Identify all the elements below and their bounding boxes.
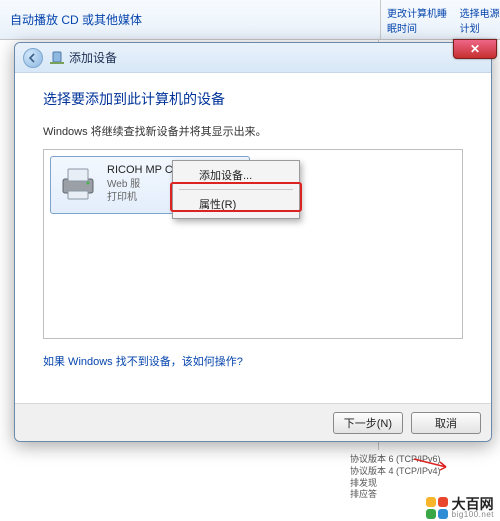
watermark-dots-icon bbox=[426, 497, 448, 519]
watermark-name: 大百网 bbox=[452, 497, 494, 511]
context-menu: 添加设备... 属性(R) bbox=[172, 160, 300, 219]
help-link[interactable]: 如果 Windows 找不到设备，该如何操作? bbox=[43, 353, 243, 369]
wizard-content: 选择要添加到此计算机的设备 Windows 将继续查找新设备并将其显示出来。 R… bbox=[15, 73, 491, 403]
dot-b bbox=[438, 497, 448, 507]
watermark-logo: 大百网 big100.net bbox=[426, 497, 494, 519]
page-subtext: Windows 将继续查找新设备并将其显示出来。 bbox=[43, 123, 463, 139]
cancel-button[interactable]: 取消 bbox=[411, 412, 481, 434]
bg-line-3: 排发现 bbox=[350, 478, 490, 490]
dot-c bbox=[426, 509, 436, 519]
add-device-wizard: 添加设备 ✕ 选择要添加到此计算机的设备 Windows 将继续查找新设备并将其… bbox=[14, 42, 492, 442]
back-nav-icon[interactable] bbox=[23, 48, 43, 68]
device-list[interactable]: RICOH MP C3503 Web 服 打印机 添加设备... 属性(R) bbox=[43, 149, 463, 339]
close-button[interactable]: ✕ bbox=[453, 39, 497, 59]
annotation-arrow-icon bbox=[412, 457, 452, 471]
printer-icon bbox=[57, 163, 99, 205]
close-icon: ✕ bbox=[470, 42, 480, 56]
bg-autoplay-link[interactable]: 自动播放 CD 或其他媒体 bbox=[10, 11, 142, 28]
context-menu-add-device[interactable]: 添加设备... bbox=[175, 163, 297, 187]
page-heading: 选择要添加到此计算机的设备 bbox=[43, 89, 463, 109]
next-button[interactable]: 下一步(N) bbox=[333, 412, 403, 434]
window-title: 添加设备 bbox=[69, 49, 117, 66]
context-menu-properties[interactable]: 属性(R) bbox=[175, 192, 297, 216]
titlebar[interactable]: 添加设备 ✕ bbox=[15, 43, 491, 73]
context-menu-separator bbox=[179, 189, 293, 190]
dot-d bbox=[438, 509, 448, 519]
watermark-text: 大百网 big100.net bbox=[452, 497, 494, 519]
bg-power-link[interactable]: 选择电源计划 bbox=[460, 5, 500, 35]
wizard-footer: 下一步(N) 取消 bbox=[15, 403, 491, 441]
bg-sleep-link[interactable]: 更改计算机睡眠时间 bbox=[387, 5, 448, 35]
dot-a bbox=[426, 497, 436, 507]
watermark-domain: big100.net bbox=[452, 511, 494, 519]
device-icon bbox=[49, 50, 65, 66]
bg-right-links: 更改计算机睡眠时间 选择电源计划 bbox=[380, 0, 500, 40]
